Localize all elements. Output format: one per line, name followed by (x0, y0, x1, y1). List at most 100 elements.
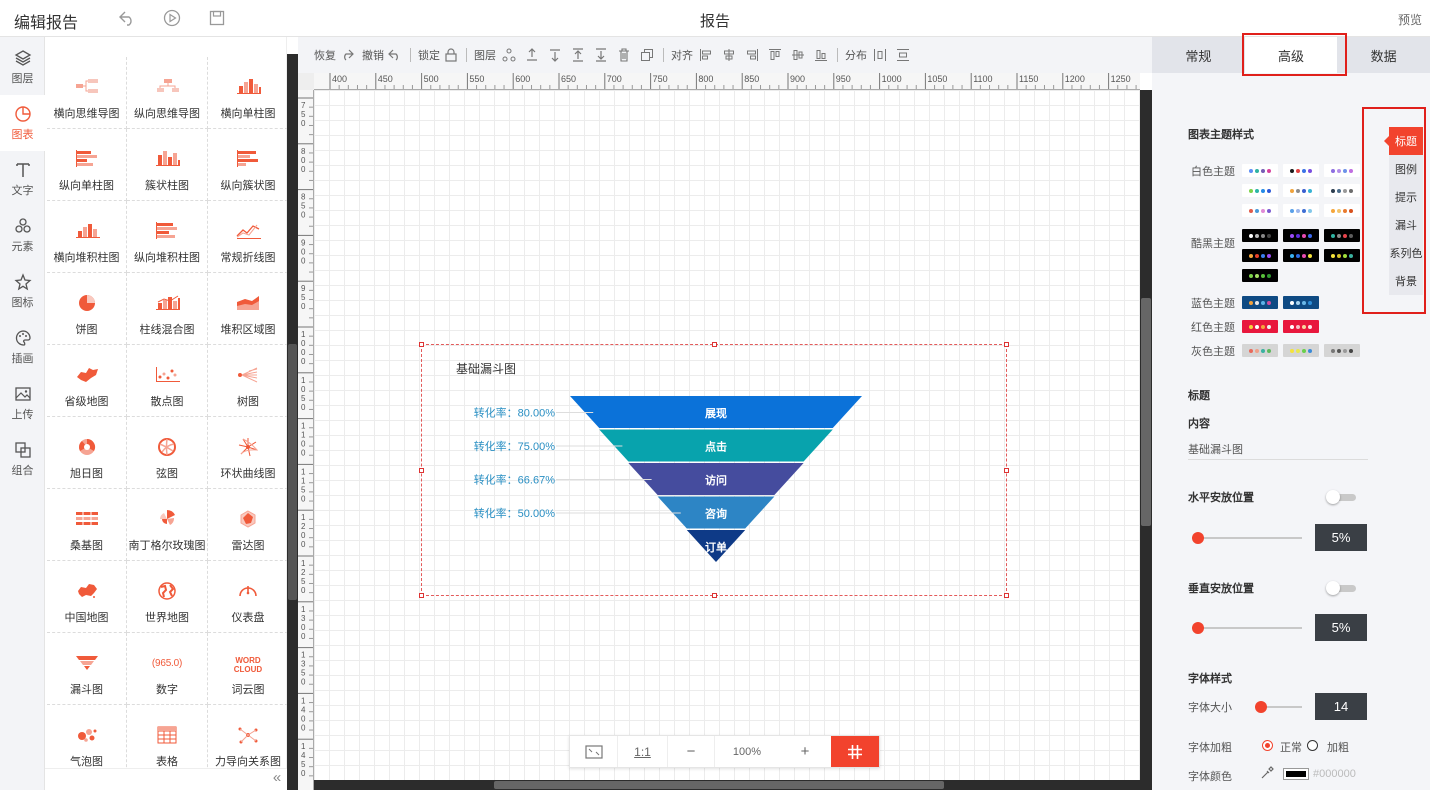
chart-type-sunburst[interactable]: 旭日图 (47, 417, 127, 489)
theme-swatch[interactable] (1283, 229, 1319, 242)
title-content-input[interactable]: 基础漏斗图 (1188, 442, 1368, 460)
resize-handle-tl[interactable] (419, 342, 424, 347)
chart-type-cluster-bar[interactable]: 簇状柱图 (127, 129, 208, 201)
theme-swatch[interactable] (1283, 296, 1319, 309)
chart-type-scatter[interactable]: 散点图 (127, 345, 208, 417)
sidebar-item-image-upload[interactable]: 上传 (0, 375, 45, 431)
align-top-icon[interactable] (768, 48, 782, 62)
chart-type-radial-curve[interactable]: 环状曲线图 (208, 417, 288, 489)
fit-screen-button[interactable] (570, 736, 618, 767)
actual-size-button[interactable]: 1:1 (618, 736, 668, 767)
chart-type-province-map[interactable]: 省级地图 (47, 345, 127, 417)
align-middle-v-icon[interactable] (791, 48, 805, 62)
font-weight-bold-radio[interactable] (1307, 740, 1318, 751)
resize-handle-t[interactable] (712, 342, 717, 347)
theme-swatch[interactable] (1242, 296, 1278, 309)
v-position-value[interactable]: 5% (1315, 614, 1367, 641)
chart-type-mindmap-h[interactable]: 横向思维导图 (47, 57, 127, 129)
chart-type-radar[interactable]: 雷达图 (208, 489, 288, 561)
theme-swatch[interactable] (1324, 344, 1360, 357)
chart-type-stacked-bar[interactable]: 横向堆积柱图 (47, 201, 127, 273)
chart-type-cluster-hbar[interactable]: 纵向簇状图 (208, 129, 288, 201)
theme-swatch[interactable] (1283, 320, 1319, 333)
tab-general[interactable]: 常规 (1152, 37, 1245, 73)
resize-handle-br[interactable] (1004, 593, 1009, 598)
grid-toggle-button[interactable] (831, 736, 879, 767)
back-icon[interactable] (118, 9, 136, 27)
undo-button[interactable]: 撤销 (362, 47, 402, 63)
copy-icon[interactable] (640, 48, 654, 62)
chart-type-area[interactable]: 堆积区域图 (208, 273, 288, 345)
align-center-h-icon[interactable] (722, 48, 736, 62)
eyedropper-icon[interactable] (1260, 766, 1274, 783)
distribute-h-icon[interactable] (873, 48, 887, 62)
section-tab-1[interactable]: 图例 (1389, 155, 1423, 183)
zoom-in-button[interactable]: + (779, 736, 831, 767)
chart-type-china-map[interactable]: 中国地图 (47, 561, 127, 633)
section-tab-5[interactable]: 背景 (1389, 267, 1423, 295)
v-position-slider[interactable] (1192, 621, 1302, 635)
chart-type-stacked-hbar[interactable]: 纵向堆积柱图 (127, 201, 208, 273)
funnel-chart-widget[interactable]: 基础漏斗图 展现 转化率：80.00% 点击 转化率：75.00% 访问 转化率：66.67… (419, 342, 1009, 598)
palette-scrollbar-thumb[interactable] (288, 344, 297, 600)
sidebar-item-elements[interactable]: 元素 (0, 207, 45, 263)
theme-swatch[interactable] (1283, 249, 1319, 262)
zoom-out-button[interactable]: − (668, 736, 715, 767)
chart-type-force-graph[interactable]: 力导向关系图 (208, 705, 288, 777)
h-position-toggle[interactable] (1326, 490, 1358, 504)
section-tab-3[interactable]: 漏斗 (1389, 211, 1423, 239)
chart-type-globe[interactable]: 世界地图 (127, 561, 208, 633)
theme-swatch[interactable] (1324, 164, 1360, 177)
tab-advanced[interactable]: 高级 (1244, 37, 1338, 73)
chart-type-sankey[interactable]: 桑基图 (47, 489, 127, 561)
lock-button[interactable]: 锁定 (418, 47, 458, 63)
sidebar-item-group[interactable]: 组合 (0, 431, 45, 487)
resize-handle-b[interactable] (712, 593, 717, 598)
resize-handle-l[interactable] (419, 468, 424, 473)
theme-swatch[interactable] (1324, 249, 1360, 262)
sidebar-item-chart[interactable]: 图表 (0, 95, 45, 151)
section-tab-4[interactable]: 系列色 (1389, 239, 1423, 267)
align-bottom-icon[interactable] (814, 48, 828, 62)
palette-scrollbar[interactable] (287, 54, 298, 790)
chart-type-chord[interactable]: 弦图 (127, 417, 208, 489)
theme-swatch[interactable] (1283, 204, 1319, 217)
theme-swatch[interactable] (1242, 229, 1278, 242)
font-size-value[interactable]: 14 (1315, 693, 1367, 720)
theme-swatch[interactable] (1242, 320, 1278, 333)
theme-swatch[interactable] (1242, 204, 1278, 217)
section-tab-2[interactable]: 提示 (1389, 183, 1423, 211)
h-position-value[interactable]: 5% (1315, 524, 1367, 551)
theme-swatch[interactable] (1283, 164, 1319, 177)
bring-forward-icon[interactable] (525, 48, 539, 62)
layer-group-icon[interactable] (502, 48, 516, 62)
section-tab-0[interactable]: 标题 (1384, 127, 1423, 155)
canvas-horizontal-scrollbar-thumb[interactable] (494, 781, 944, 789)
theme-swatch[interactable] (1242, 184, 1278, 197)
tab-data[interactable]: 数据 (1337, 37, 1430, 73)
preview-button[interactable]: 预览 (1398, 11, 1422, 28)
chart-type-pie[interactable]: 饼图 (47, 273, 127, 345)
bring-to-front-icon[interactable] (571, 48, 585, 62)
align-right-icon[interactable] (745, 48, 759, 62)
chart-type-wordcloud[interactable]: WORD CLOUD 词云图 (208, 633, 288, 705)
theme-swatch[interactable] (1242, 269, 1278, 282)
sidebar-item-text[interactable]: 文字 (0, 151, 45, 207)
chart-type-table[interactable]: 表格 (127, 705, 208, 777)
canvas-vertical-scrollbar[interactable] (1140, 90, 1152, 780)
send-to-back-icon[interactable] (594, 48, 608, 62)
font-size-slider[interactable] (1255, 700, 1302, 714)
chart-type-bar[interactable]: 横向单柱图 (208, 57, 288, 129)
chart-type-gauge[interactable]: 仪表盘 (208, 561, 288, 633)
theme-swatch[interactable] (1283, 184, 1319, 197)
delete-icon[interactable] (617, 48, 631, 62)
redo-button[interactable]: 恢复 (314, 47, 354, 63)
chart-type-number[interactable]: (965.0) 数字 (127, 633, 208, 705)
collapse-panel-icon[interactable]: « (267, 768, 287, 790)
sidebar-item-star[interactable]: 图标 (0, 263, 45, 319)
theme-swatch[interactable] (1324, 204, 1360, 217)
play-icon[interactable] (163, 9, 181, 27)
resize-handle-bl[interactable] (419, 593, 424, 598)
chart-type-bar-line[interactable]: 柱线混合图 (127, 273, 208, 345)
theme-swatch[interactable] (1242, 164, 1278, 177)
